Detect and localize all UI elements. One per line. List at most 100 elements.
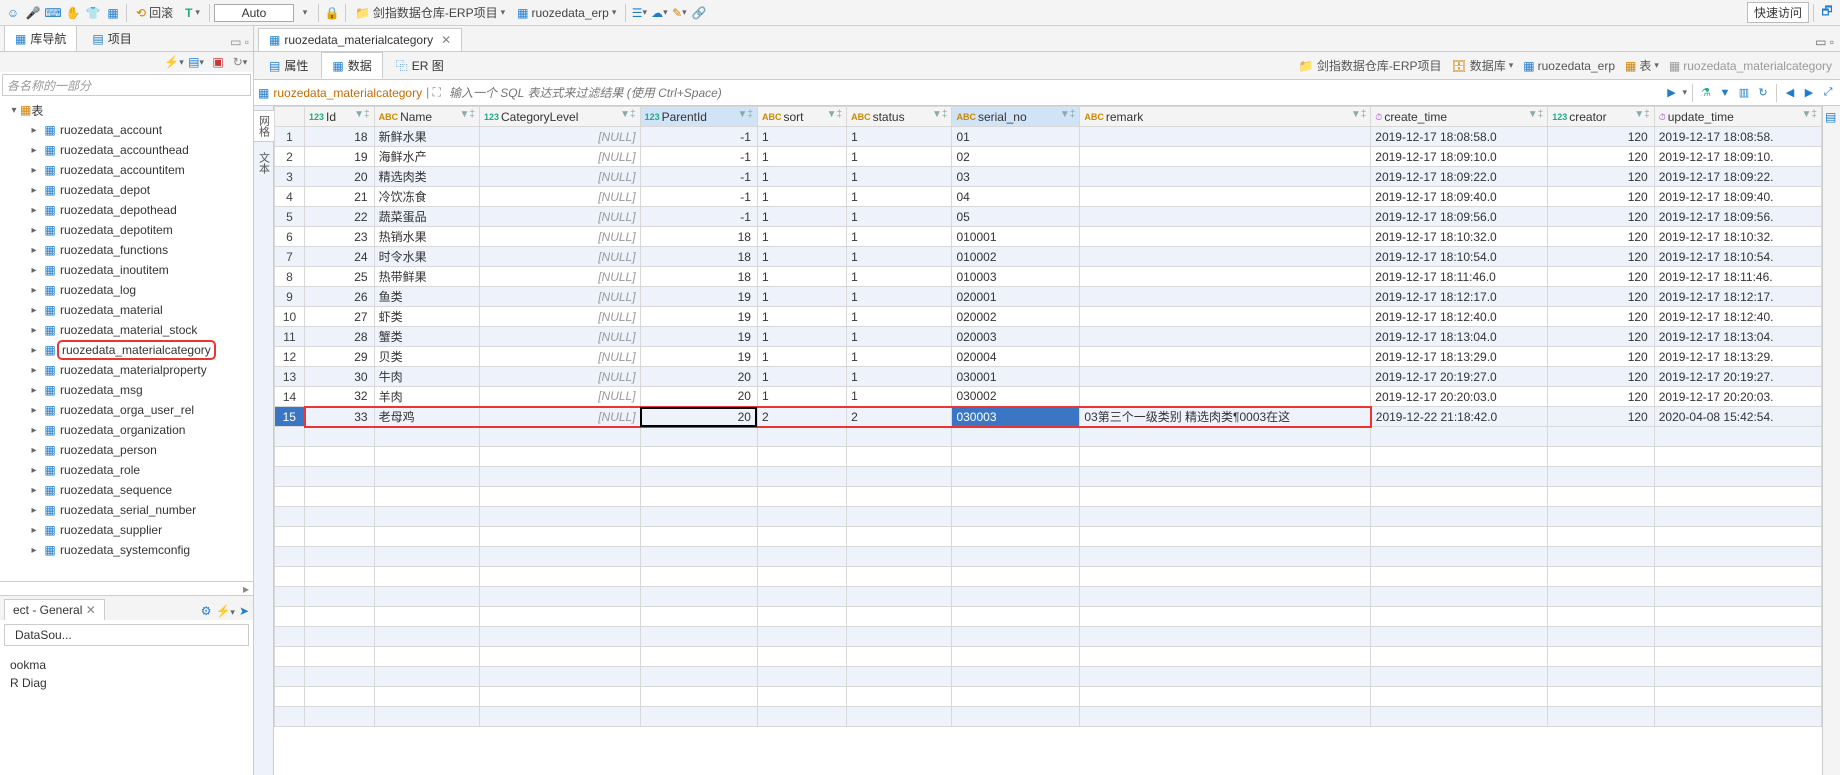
cell-creator[interactable]: 120 xyxy=(1548,367,1655,387)
cell-creator[interactable]: 120 xyxy=(1548,287,1655,307)
table-row[interactable]: 1330牛肉[NULL]20110300012019-12-17 20:19:2… xyxy=(275,367,1822,387)
cell-creator[interactable]: 120 xyxy=(1548,267,1655,287)
prev-icon[interactable]: ◀ xyxy=(1782,85,1798,101)
close-tab-icon[interactable]: ✕ xyxy=(441,33,451,47)
table-row[interactable]: 421冷饮冻食[NULL]-111042019-12-17 18:09:40.0… xyxy=(275,187,1822,207)
tree-item-ruozedata_person[interactable]: ▸▦ruozedata_person xyxy=(0,440,253,460)
cell-remark[interactable] xyxy=(1080,247,1371,267)
col-sort[interactable]: ABC sort▼‡ xyxy=(757,107,846,127)
cell-Id[interactable]: 30 xyxy=(305,367,375,387)
table-row[interactable]: 1229贝类[NULL]19110200042019-12-17 18:13:2… xyxy=(275,347,1822,367)
cell-create_time[interactable]: 2019-12-22 21:18:42.0 xyxy=(1371,407,1548,427)
cell-remark[interactable] xyxy=(1080,347,1371,367)
cell-status[interactable]: 1 xyxy=(847,387,952,407)
cell-Name[interactable]: 新鲜水果 xyxy=(374,127,479,147)
tab-er[interactable]: ⿻ER 图 xyxy=(385,52,455,79)
cell-status[interactable]: 1 xyxy=(847,267,952,287)
connect2-icon[interactable]: ⚡▾ xyxy=(215,604,234,618)
hand-icon[interactable]: ✋ xyxy=(64,4,82,22)
bookmarks-item[interactable]: ookma xyxy=(6,656,247,674)
cell-serial_no[interactable]: 010002 xyxy=(952,247,1080,267)
cell-ParentId[interactable]: -1 xyxy=(640,187,757,207)
cell-status[interactable]: 1 xyxy=(847,347,952,367)
keyboard-icon[interactable]: ⌨ xyxy=(44,4,62,22)
cell-Id[interactable]: 22 xyxy=(305,207,375,227)
commit-icon[interactable]: ▣ xyxy=(209,53,227,71)
cell-create_time[interactable]: 2019-12-17 18:11:46.0 xyxy=(1371,267,1548,287)
cell-sort[interactable]: 1 xyxy=(757,307,846,327)
cell-Id[interactable]: 21 xyxy=(305,187,375,207)
cell-update_time[interactable]: 2019-12-17 18:11:46. xyxy=(1654,267,1821,287)
cell-CategoryLevel[interactable]: [NULL] xyxy=(479,387,640,407)
cell-status[interactable]: 1 xyxy=(847,147,952,167)
cell-create_time[interactable]: 2019-12-17 18:09:56.0 xyxy=(1371,207,1548,227)
tree-item-ruozedata_msg[interactable]: ▸▦ruozedata_msg xyxy=(0,380,253,400)
cell-sort[interactable]: 1 xyxy=(757,167,846,187)
cell-update_time[interactable]: 2019-12-17 18:09:56. xyxy=(1654,207,1821,227)
cell-status[interactable]: 1 xyxy=(847,207,952,227)
cell-serial_no[interactable]: 05 xyxy=(952,207,1080,227)
bc-schema[interactable]: ▦ruozedata_erp xyxy=(1519,57,1619,75)
cell-serial_no[interactable]: 04 xyxy=(952,187,1080,207)
tree-item-ruozedata_depotitem[interactable]: ▸▦ruozedata_depotitem xyxy=(0,220,253,240)
tree-scroll-right[interactable]: ▸ xyxy=(0,581,253,595)
t-button[interactable]: T▾ xyxy=(180,4,205,22)
tree-item-ruozedata_organization[interactable]: ▸▦ruozedata_organization xyxy=(0,420,253,440)
cell-CategoryLevel[interactable]: [NULL] xyxy=(479,207,640,227)
cell-ParentId[interactable]: -1 xyxy=(640,147,757,167)
table-row[interactable]: 522蔬菜蛋品[NULL]-111052019-12-17 18:09:56.0… xyxy=(275,207,1822,227)
nav-tab[interactable]: ▦库导航 xyxy=(4,26,77,51)
cell-sort[interactable]: 1 xyxy=(757,327,846,347)
cell-Id[interactable]: 29 xyxy=(305,347,375,367)
cell-Name[interactable]: 海鲜水产 xyxy=(374,147,479,167)
columns-icon[interactable]: ▥ xyxy=(1736,85,1752,101)
expand-icon[interactable]: ⤢ xyxy=(1820,85,1836,101)
cell-creator[interactable]: 120 xyxy=(1548,147,1655,167)
cell-sort[interactable]: 1 xyxy=(757,387,846,407)
tree-item-ruozedata_supplier[interactable]: ▸▦ruozedata_supplier xyxy=(0,520,253,540)
refresh-icon[interactable]: ↻▾ xyxy=(231,53,249,71)
cell-status[interactable]: 2 xyxy=(847,407,952,427)
gear-icon[interactable]: ⚙ xyxy=(201,604,212,618)
cell-create_time[interactable]: 2019-12-17 18:09:40.0 xyxy=(1371,187,1548,207)
cell-serial_no[interactable]: 020002 xyxy=(952,307,1080,327)
cell-CategoryLevel[interactable]: [NULL] xyxy=(479,367,640,387)
cell-ParentId[interactable]: -1 xyxy=(640,127,757,147)
perspective-icon[interactable]: 🗗 xyxy=(1818,4,1836,22)
cell-Name[interactable]: 老母鸡 xyxy=(374,407,479,427)
mic-icon[interactable]: 🎤 xyxy=(24,4,42,22)
cell-sort[interactable]: 1 xyxy=(757,247,846,267)
cell-create_time[interactable]: 2019-12-17 18:09:10.0 xyxy=(1371,147,1548,167)
sql-filter-input[interactable] xyxy=(445,84,1660,102)
tree-item-ruozedata_orga_user_rel[interactable]: ▸▦ruozedata_orga_user_rel xyxy=(0,400,253,420)
cell-sort[interactable]: 1 xyxy=(757,367,846,387)
bc-table[interactable]: ▦ruozedata_materialcategory xyxy=(1665,57,1836,75)
cell-ParentId[interactable]: 19 xyxy=(640,307,757,327)
cell-Name[interactable]: 蔬菜蛋品 xyxy=(374,207,479,227)
cell-sort[interactable]: 1 xyxy=(757,187,846,207)
grid-icon[interactable]: ▦ xyxy=(104,4,122,22)
cell-creator[interactable]: 120 xyxy=(1548,247,1655,267)
cell-update_time[interactable]: 2019-12-17 18:13:29. xyxy=(1654,347,1821,367)
cell-Id[interactable]: 33 xyxy=(305,407,375,427)
tree-item-ruozedata_account[interactable]: ▸▦ruozedata_account xyxy=(0,120,253,140)
cell-sort[interactable]: 1 xyxy=(757,227,846,247)
cell-Id[interactable]: 28 xyxy=(305,327,375,347)
cell-serial_no[interactable]: 030003 xyxy=(952,407,1080,427)
cell-creator[interactable]: 120 xyxy=(1548,167,1655,187)
cell-ParentId[interactable]: -1 xyxy=(640,207,757,227)
cell-serial_no[interactable]: 030001 xyxy=(952,367,1080,387)
cell-Id[interactable]: 23 xyxy=(305,227,375,247)
cell-creator[interactable]: 120 xyxy=(1548,407,1655,427)
cell-Id[interactable]: 32 xyxy=(305,387,375,407)
auto-dropdown-icon[interactable]: ▾ xyxy=(296,4,314,22)
cell-remark[interactable] xyxy=(1080,287,1371,307)
cell-sort[interactable]: 1 xyxy=(757,287,846,307)
general-tab[interactable]: ect - General ✕ xyxy=(4,599,105,620)
cell-Name[interactable]: 虾类 xyxy=(374,307,479,327)
table-row[interactable]: 320精选肉类[NULL]-111032019-12-17 18:09:22.0… xyxy=(275,167,1822,187)
cell-create_time[interactable]: 2019-12-17 20:19:27.0 xyxy=(1371,367,1548,387)
tree-filter-input[interactable]: 各名称的一部分 xyxy=(2,74,251,96)
cell-update_time[interactable]: 2019-12-17 18:09:10. xyxy=(1654,147,1821,167)
cell-Name[interactable]: 鱼类 xyxy=(374,287,479,307)
